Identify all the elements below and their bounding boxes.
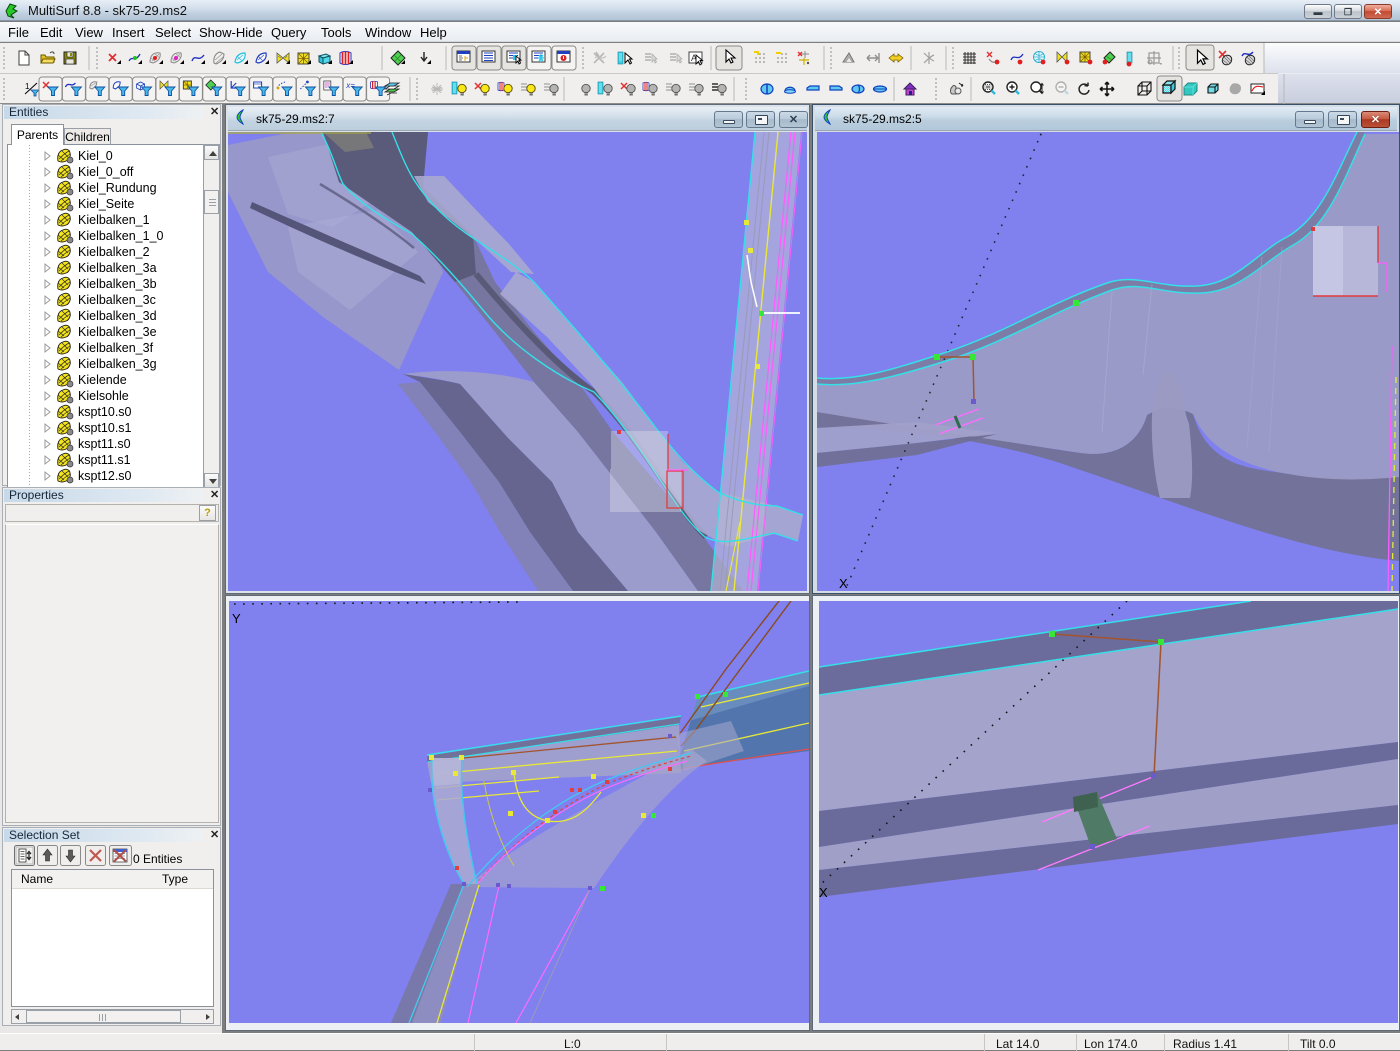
svg-text:kspt11.s1: kspt11.s1 bbox=[78, 453, 131, 467]
svg-text:Kielsohle: Kielsohle bbox=[78, 389, 129, 403]
svg-text:Kielbalken_3c: Kielbalken_3c bbox=[78, 293, 156, 307]
svg-text:Kielbalken_3d: Kielbalken_3d bbox=[78, 309, 157, 323]
svg-text:Kiel_Rundung: Kiel_Rundung bbox=[78, 181, 157, 195]
svg-text:Kielende: Kielende bbox=[78, 373, 127, 387]
svg-text:kspt10.s1: kspt10.s1 bbox=[78, 421, 132, 435]
svg-text:Y: Y bbox=[232, 611, 241, 626]
svg-text:kspt10.s0: kspt10.s0 bbox=[78, 405, 132, 419]
svg-text:X: X bbox=[839, 576, 848, 591]
svg-text:Kiel_Seite: Kiel_Seite bbox=[78, 197, 134, 211]
svg-text:Kielbalken_2: Kielbalken_2 bbox=[78, 245, 150, 259]
svg-text:Kielbalken_3b: Kielbalken_3b bbox=[78, 277, 157, 291]
svg-text:Kielbalken_1_0: Kielbalken_1_0 bbox=[78, 229, 164, 243]
svg-text:Kielbalken_3e: Kielbalken_3e bbox=[78, 325, 157, 339]
svg-text:Kielbalken_3a: Kielbalken_3a bbox=[78, 261, 157, 275]
svg-text:Kiel_0_off: Kiel_0_off bbox=[78, 165, 134, 179]
svg-text:kspt12.s0: kspt12.s0 bbox=[78, 469, 132, 483]
svg-text:Kielbalken_1: Kielbalken_1 bbox=[78, 213, 150, 227]
svg-text:Kielbalken_3g: Kielbalken_3g bbox=[78, 357, 157, 371]
svg-text:Kielbalken_3f: Kielbalken_3f bbox=[78, 341, 154, 355]
svg-text:kspt11.s0: kspt11.s0 bbox=[78, 437, 131, 451]
svg-text:X: X bbox=[819, 885, 828, 900]
svg-text:Kiel_0: Kiel_0 bbox=[78, 149, 113, 163]
